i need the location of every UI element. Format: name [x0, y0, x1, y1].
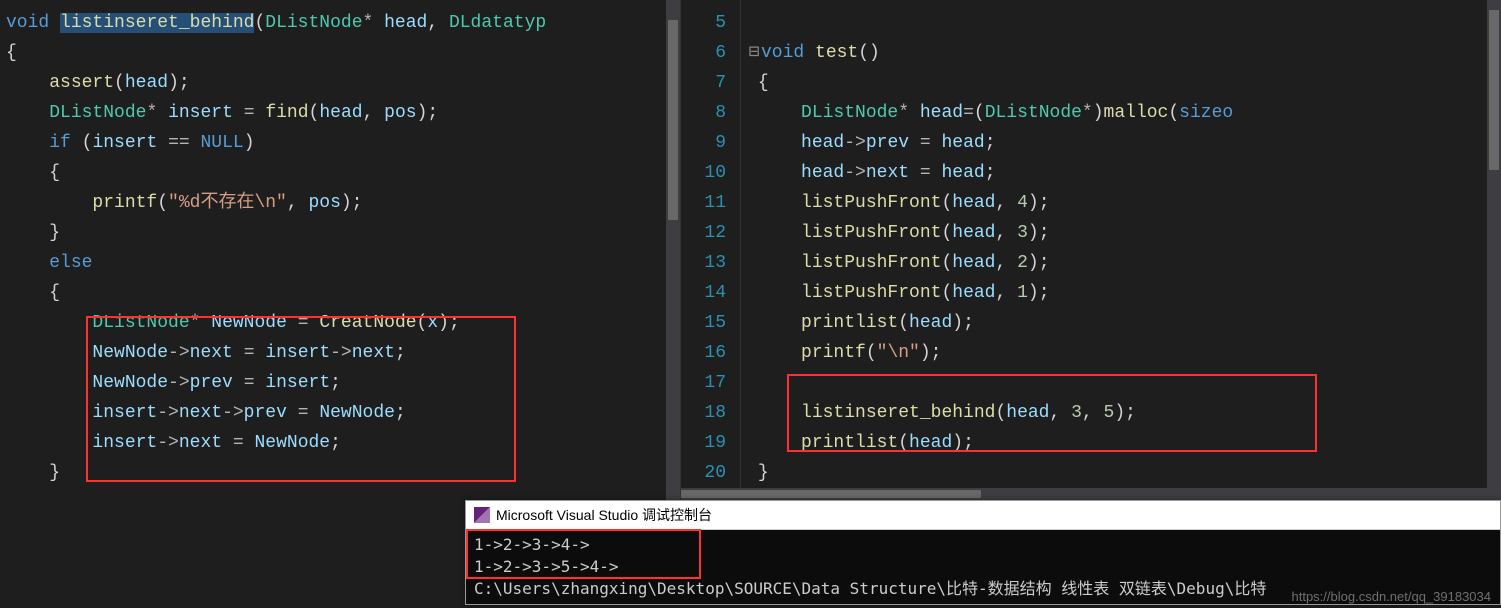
code-line[interactable]: void listinseret_behind(DListNode* head,… [6, 8, 680, 38]
line-number: 5 [687, 8, 726, 38]
code-line[interactable]: ⊟void test() [747, 38, 1501, 68]
line-number: 12 [687, 218, 726, 248]
right-code-area[interactable]: ⊟void test() { DListNode* head=(DListNod… [741, 0, 1501, 500]
code-line[interactable]: printlist(head); [747, 428, 1501, 458]
code-line[interactable]: { [6, 278, 680, 308]
code-line[interactable] [747, 8, 1501, 38]
line-number: 16 [687, 338, 726, 368]
code-line[interactable]: printf("\n"); [747, 338, 1501, 368]
editor-split-container: void listinseret_behind(DListNode* head,… [0, 0, 1501, 500]
code-line[interactable]: else [6, 248, 680, 278]
line-number: 20 [687, 458, 726, 488]
code-line[interactable]: printf("%d不存在\n", pos); [6, 188, 680, 218]
code-line[interactable]: { [6, 158, 680, 188]
code-line[interactable]: } [747, 458, 1501, 488]
code-line[interactable]: printlist(head); [747, 308, 1501, 338]
code-line[interactable]: } [6, 458, 680, 488]
line-number: 15 [687, 308, 726, 338]
line-number-gutter: 56789101112131415161718192021 [681, 0, 741, 500]
line-number: 9 [687, 128, 726, 158]
code-line[interactable]: insert->next = NewNode; [6, 428, 680, 458]
code-line[interactable]: DListNode* NewNode = CreatNode(x); [6, 308, 680, 338]
line-number: 8 [687, 98, 726, 128]
code-line[interactable]: DListNode* head=(DListNode*)malloc(sizeo [747, 98, 1501, 128]
line-number: 13 [687, 248, 726, 278]
left-vertical-scrollbar[interactable] [666, 0, 680, 500]
line-number: 17 [687, 368, 726, 398]
code-line[interactable]: head->next = head; [747, 158, 1501, 188]
code-line[interactable]: head->prev = head; [747, 128, 1501, 158]
right-editor-pane[interactable]: 56789101112131415161718192021 ⊟void test… [680, 0, 1501, 500]
scrollbar-thumb[interactable] [668, 20, 678, 220]
line-number: 6 [687, 38, 726, 68]
watermark-text: https://blog.csdn.net/qq_39183034 [1292, 589, 1492, 604]
code-line[interactable]: if (insert == NULL) [6, 128, 680, 158]
code-line[interactable]: } [6, 218, 680, 248]
code-line[interactable]: { [6, 38, 680, 68]
line-number: 10 [687, 158, 726, 188]
right-vertical-scrollbar[interactable] [1487, 0, 1501, 500]
left-code-area[interactable]: void listinseret_behind(DListNode* head,… [0, 0, 680, 496]
line-number: 11 [687, 188, 726, 218]
code-line[interactable]: listPushFront(head, 2); [747, 248, 1501, 278]
code-line[interactable]: insert->next->prev = NewNode; [6, 398, 680, 428]
visual-studio-icon [474, 507, 490, 523]
console-titlebar[interactable]: Microsoft Visual Studio 调试控制台 [466, 501, 1500, 530]
scrollbar-thumb[interactable] [681, 490, 981, 498]
console-title-text: Microsoft Visual Studio 调试控制台 [496, 505, 712, 525]
code-line[interactable] [747, 368, 1501, 398]
line-number: 18 [687, 398, 726, 428]
line-number: 14 [687, 278, 726, 308]
line-number: 19 [687, 428, 726, 458]
code-line[interactable]: assert(head); [6, 68, 680, 98]
code-line[interactable]: listPushFront(head, 1); [747, 278, 1501, 308]
code-line[interactable]: DListNode* insert = find(head, pos); [6, 98, 680, 128]
code-line[interactable]: { [747, 68, 1501, 98]
code-line[interactable]: NewNode->prev = insert; [6, 368, 680, 398]
left-editor-pane[interactable]: void listinseret_behind(DListNode* head,… [0, 0, 680, 500]
line-number: 7 [687, 68, 726, 98]
code-line[interactable]: listPushFront(head, 3); [747, 218, 1501, 248]
code-line[interactable]: NewNode->next = insert->next; [6, 338, 680, 368]
code-line[interactable]: listinseret_behind(head, 3, 5); [747, 398, 1501, 428]
code-line[interactable]: listPushFront(head, 4); [747, 188, 1501, 218]
right-horizontal-scrollbar[interactable] [681, 488, 1501, 500]
scrollbar-thumb[interactable] [1489, 10, 1499, 170]
